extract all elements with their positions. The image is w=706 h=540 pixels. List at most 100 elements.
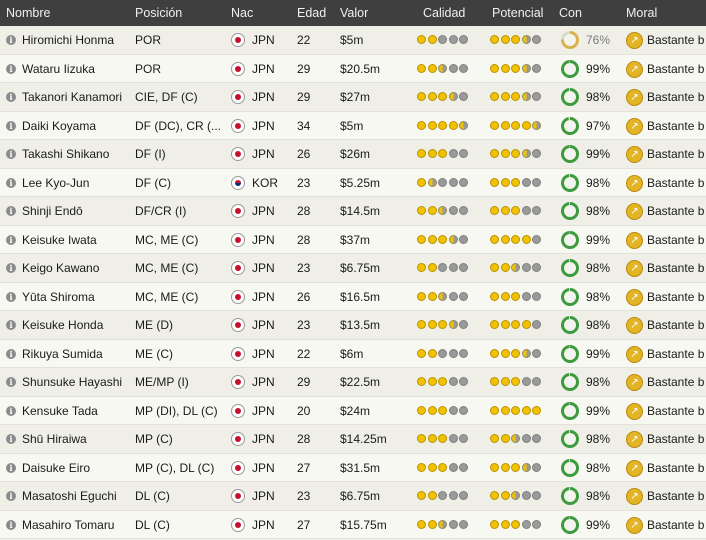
info-icon[interactable]: i xyxy=(6,320,16,330)
player-name[interactable]: Kensuke Tada xyxy=(22,397,132,425)
player-morale: Bastante bien xyxy=(647,204,705,218)
player-name[interactable]: Shū Hiraiwa xyxy=(22,425,132,453)
potential-rating xyxy=(490,462,541,473)
potential-star-5 xyxy=(532,263,541,272)
header-value[interactable]: Valor xyxy=(340,0,368,26)
player-name[interactable]: Rikuya Sumida xyxy=(22,340,132,368)
player-position: DF (C) xyxy=(135,175,171,190)
info-icon[interactable]: i xyxy=(6,291,16,302)
player-name[interactable]: Daiki Koyama xyxy=(22,112,132,140)
table-row[interactable]: i Masahiro Tomaru DL (C) JPN 27 $15.75m 99% ↗ Ba… xyxy=(0,510,706,539)
player-condition: 97% xyxy=(586,118,611,133)
table-row[interactable]: i Masatoshi Eguchi DL (C) JPN 23 $6.75m 98% ↗ Ba… xyxy=(0,482,706,511)
table-row[interactable]: i Yūta Shiroma MC, ME (C) JPN 26 $16.5m 98% ↗ Ba… xyxy=(0,282,706,311)
player-name[interactable]: Hiromichi Honma xyxy=(22,26,132,54)
header-potential[interactable]: Potencial xyxy=(492,0,543,26)
info-icon[interactable]: i xyxy=(6,462,16,473)
morale-arrow-icon: ↗ xyxy=(626,146,643,163)
info-icon[interactable]: i xyxy=(6,491,16,501)
quality-star-2 xyxy=(427,434,437,443)
morale-arrow-icon: ↗ xyxy=(626,288,643,306)
flag-icon-jpn xyxy=(231,261,245,275)
quality-star-1 xyxy=(417,35,426,44)
header-morale[interactable]: Moral xyxy=(626,0,657,26)
table-row[interactable]: i Wataru Iizuka POR JPN 29 $20.5m 99% ↗ Bastante… xyxy=(0,54,706,83)
header-name[interactable]: Nombre xyxy=(6,0,50,26)
player-name[interactable]: Takashi Shikano xyxy=(22,140,132,168)
info-icon[interactable]: i xyxy=(6,377,16,387)
table-row[interactable]: i Takashi Shikano DF (I) JPN 26 $26m 99% ↗ Basta… xyxy=(0,140,706,169)
quality-star-3 xyxy=(438,462,447,472)
table-row[interactable]: i Takanori Kanamori CIE, DF (C) JPN 29 $27m 98… xyxy=(0,83,706,112)
quality-star-2 xyxy=(427,291,437,301)
player-morale: Bastante bien xyxy=(647,289,705,304)
player-name[interactable]: Shinji Endō xyxy=(22,197,132,225)
table-row[interactable]: i Shū Hiraiwa MP (C) JPN 28 $14.25m 98% ↗ Bastan… xyxy=(0,425,706,454)
player-name[interactable]: Wataru Iizuka xyxy=(22,55,132,83)
potential-star-4 xyxy=(521,120,531,130)
player-name[interactable]: Takanori Kanamori xyxy=(22,83,132,111)
table-row[interactable]: i Keigo Kawano MC, ME (C) JPN 23 $6.75m 98% ↗ Ba… xyxy=(0,254,706,283)
potential-star-5 xyxy=(532,320,541,329)
potential-star-4 xyxy=(521,63,531,73)
info-icon[interactable]: i xyxy=(6,35,16,45)
player-name[interactable]: Masahiro Tomaru xyxy=(22,511,132,539)
table-row[interactable]: i Keisuke Iwata MC, ME (C) JPN 28 $37m 99% ↗ Bas… xyxy=(0,225,706,254)
info-icon[interactable]: i xyxy=(6,348,16,359)
morale-arrow-icon: ↗ xyxy=(626,89,643,106)
header-quality[interactable]: Calidad xyxy=(423,0,465,26)
table-row[interactable]: i Lee Kyo-Jun DF (C) KOR 23 $5.25m 98% ↗ Bastant… xyxy=(0,168,706,197)
player-name[interactable]: Yūta Shiroma xyxy=(22,283,132,311)
info-icon[interactable]: i xyxy=(6,519,16,530)
player-name[interactable]: Lee Kyo-Jun xyxy=(22,169,132,197)
quality-star-2 xyxy=(427,206,437,215)
quality-star-1 xyxy=(417,206,426,215)
quality-rating xyxy=(417,35,468,45)
squad-table: Nombre Posición Nac Edad Valor Calidad P… xyxy=(0,0,706,539)
potential-star-3 xyxy=(511,149,520,158)
info-icon[interactable]: i xyxy=(6,149,16,159)
table-row[interactable]: i Rikuya Sumida ME (C) JPN 22 $6m 99% ↗ Bastante… xyxy=(0,339,706,368)
quality-star-1 xyxy=(417,462,426,472)
quality-rating xyxy=(417,320,468,330)
player-name[interactable]: Daisuke Eiro xyxy=(22,454,132,482)
quality-star-4 xyxy=(448,206,458,215)
table-row[interactable]: i Shinji Endō DF/CR (I) JPN 28 $14.5m 98% ↗ Bast… xyxy=(0,197,706,226)
flag-icon-jpn xyxy=(231,118,245,133)
table-row[interactable]: i Daisuke Eiro MP (C), DL (C) JPN 27 $31.5m 98… xyxy=(0,453,706,482)
table-row[interactable]: i Hiromichi Honma POR JPN 22 $5m 76% ↗ Bastante … xyxy=(0,26,706,55)
potential-star-5 xyxy=(532,149,541,158)
info-icon[interactable]: i xyxy=(6,234,16,245)
player-name[interactable]: Keisuke Honda xyxy=(22,311,132,339)
player-age: 29 xyxy=(297,375,311,389)
header-age[interactable]: Edad xyxy=(297,0,326,26)
player-name[interactable]: Shunsuke Hayashi xyxy=(22,368,132,396)
table-row[interactable]: i Keisuke Honda ME (D) JPN 23 $13.5m 98% ↗ Basta… xyxy=(0,311,706,340)
info-icon[interactable]: i xyxy=(6,405,16,416)
player-name[interactable]: Keisuke Iwata xyxy=(22,226,132,254)
info-icon[interactable]: i xyxy=(6,263,16,273)
table-row[interactable]: i Shunsuke Hayashi ME/MP (I) JPN 29 $22.5m 98%… xyxy=(0,368,706,397)
potential-rating xyxy=(490,149,541,159)
player-age: 20 xyxy=(297,403,311,418)
potential-rating xyxy=(490,63,541,74)
quality-star-4 xyxy=(448,35,458,44)
info-icon[interactable]: i xyxy=(6,92,16,102)
player-morale: Bastante bien xyxy=(647,375,705,389)
player-condition: 98% xyxy=(586,489,611,503)
info-icon[interactable]: i xyxy=(6,206,16,216)
player-morale: Bastante bien xyxy=(647,489,705,503)
player-name[interactable]: Keigo Kawano xyxy=(22,254,132,282)
header-condition[interactable]: Con xyxy=(559,0,582,26)
info-icon[interactable]: i xyxy=(6,120,16,131)
header-nation[interactable]: Nac xyxy=(231,0,253,26)
info-icon[interactable]: i xyxy=(6,63,16,74)
info-icon[interactable]: i xyxy=(6,434,16,444)
info-icon[interactable]: i xyxy=(6,177,16,188)
table-row[interactable]: i Daiki Koyama DF (DC), CR (... JPN 34 $5m 97%… xyxy=(0,111,706,140)
quality-star-3 xyxy=(438,263,447,272)
header-position[interactable]: Posición xyxy=(135,0,182,26)
player-name[interactable]: Masatoshi Eguchi xyxy=(22,482,132,510)
table-row[interactable]: i Kensuke Tada MP (DI), DL (C) JPN 20 $24m 99%… xyxy=(0,396,706,425)
flag-emblem xyxy=(235,350,241,357)
